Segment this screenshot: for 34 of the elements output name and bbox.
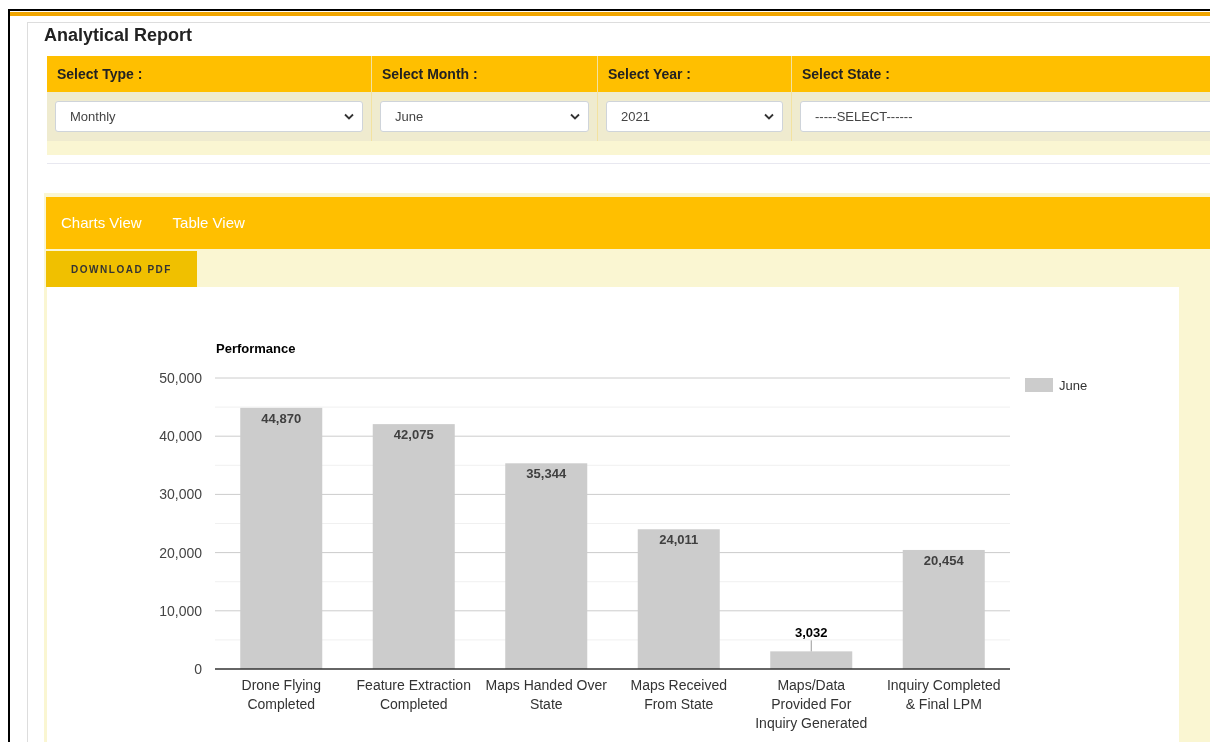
chart-title: Performance — [216, 341, 296, 356]
data-label: 35,344 — [526, 466, 567, 482]
category-label: Drone Flying Completed — [240, 676, 322, 714]
dropdown[interactable]: Monthly — [55, 101, 363, 132]
category-label: Maps Received From State — [629, 676, 728, 714]
category-label: Maps Handed Over State — [484, 676, 608, 714]
page-title: Analytical Report — [44, 24, 193, 46]
axis-tick-label: 0 — [194, 661, 202, 677]
axis-tick-label: 20,000 — [159, 544, 202, 561]
download-pdf-button[interactable]: DOWNLOAD PDF — [46, 251, 197, 287]
data-label: 3,032 — [795, 625, 828, 641]
filter-label: Select Year : — [608, 64, 692, 84]
filter-label: Select Type : — [57, 64, 143, 84]
filter-label: Select Month : — [382, 64, 478, 84]
dropdown[interactable]: June — [380, 101, 589, 132]
category-label: Inquiry Completed & Final LPM — [885, 676, 1002, 714]
chevron-down-icon — [344, 113, 354, 120]
axis-tick-label: 10,000 — [159, 602, 202, 619]
data-label: 20,454 — [923, 552, 964, 568]
axis-tick-label: 30,000 — [159, 486, 202, 503]
axis-tick-label: 50,000 — [159, 370, 202, 386]
category-label: Feature Extraction Completed — [355, 676, 472, 714]
filter-label: Select State : — [802, 64, 890, 84]
legend-label: June — [1059, 378, 1088, 393]
category-label: Maps/Data Provided For Inquiry Generated — [754, 676, 869, 733]
chevron-down-icon — [764, 113, 774, 120]
dropdown[interactable]: -----SELECT------ — [800, 101, 1210, 132]
data-label: 24,011 — [659, 532, 699, 548]
dropdown[interactable]: 2021 — [606, 101, 783, 132]
data-label: 42,075 — [393, 427, 434, 443]
chevron-down-icon — [570, 113, 580, 120]
axis-tick-label: 40,000 — [159, 428, 202, 445]
leader-line — [810, 639, 812, 652]
data-label: 44,870 — [261, 410, 302, 426]
